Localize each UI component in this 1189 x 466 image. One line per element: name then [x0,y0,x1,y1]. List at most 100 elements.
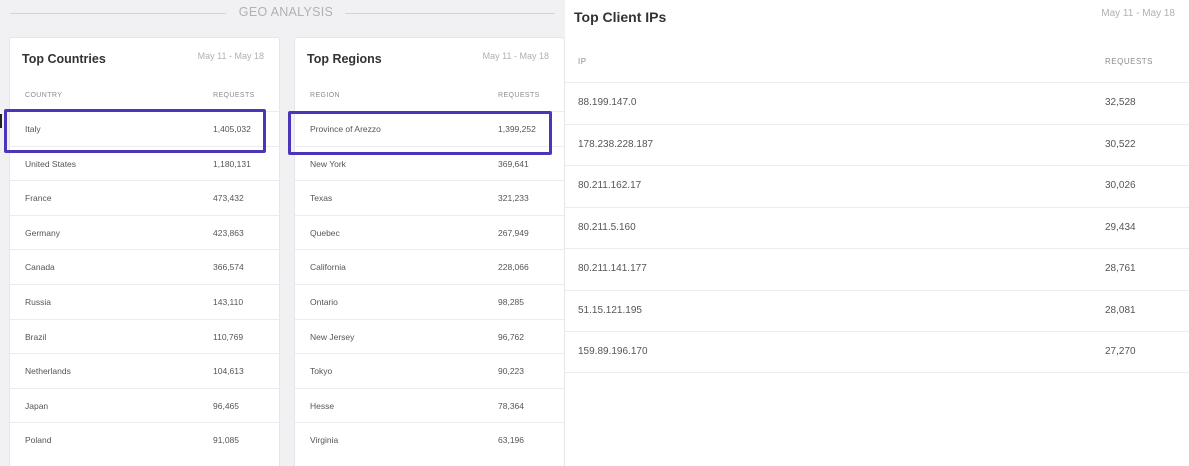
table-row[interactable]: New Jersey 96,762 [295,318,564,354]
column-header-country: COUNTRY [25,92,63,99]
table-row[interactable]: France 473,432 [10,180,279,215]
column-header-requests: REQUESTS [1105,57,1154,66]
highlight-box-top-region [288,111,552,155]
table-row[interactable]: 80.211.141.177 28,761 [565,248,1189,290]
table-row[interactable]: 51.15.121.195 28,081 [565,289,1189,332]
region-name: Tokyo [310,366,333,377]
table-row[interactable]: 88.199.147.0 32,528 [565,82,1189,124]
column-header-requests: REQUESTS [498,92,540,99]
country-name: Russia [25,296,51,307]
request-count: 91,085 [213,435,239,446]
date-range: May 11 - May 18 [1101,8,1175,19]
request-count: 1,180,131 [213,158,251,169]
country-name: Netherlands [25,366,71,377]
table-header: IP REQUESTS [565,41,1189,82]
country-name: Brazil [25,331,47,342]
ip-address: 178.238.228.187 [578,138,654,150]
request-count: 267,949 [498,227,529,238]
country-name: Poland [25,435,52,446]
table-row[interactable]: Japan 96,465 [10,387,279,423]
table-row[interactable]: Canada 366,574 [10,249,279,284]
request-count: 78,364 [498,400,524,411]
table-row[interactable]: Hesse 78,364 [295,387,564,423]
request-count: 423,863 [213,227,244,238]
request-count: 29,434 [1105,221,1136,233]
request-count: 96,762 [498,331,524,342]
regions-table-body: Province of Arezzo 1,399,252 New York 369,… [295,111,564,457]
countries-table-body: Italy 1,405,032 United States 1,180,131 Fr… [10,111,279,457]
ip-address: 80.211.5.160 [578,221,636,233]
ip-address: 159.89.196.170 [578,346,648,357]
top-regions-card: Top Regions May 11 - May 18 REGION REQUE… [295,38,564,466]
request-count: 96,465 [213,400,239,411]
table-row[interactable]: California 228,066 [295,249,564,284]
date-range: May 11 - May 18 [197,51,264,61]
card-header: Top Countries May 11 - May 18 [10,38,279,84]
request-count: 28,761 [1105,263,1136,274]
section-header: GEO ANALYSIS [0,0,563,28]
ip-address: 80.211.162.17 [578,180,642,191]
request-count: 104,613 [213,366,244,377]
request-count: 321,233 [498,193,529,204]
request-count: 90,223 [498,366,524,377]
request-count: 28,081 [1105,304,1136,316]
request-count: 63,196 [498,435,524,446]
request-count: 228,066 [498,262,529,273]
table-row[interactable]: 80.211.5.160 29,434 [565,206,1189,249]
column-header-requests: REQUESTS [213,92,255,99]
client-ips-table: IP REQUESTS 88.199.147.0 32,528 178.238.2… [565,41,1189,373]
request-count: 366,574 [213,262,244,273]
region-name: New Jersey [310,331,355,342]
region-name: Quebec [310,227,340,238]
region-name: New York [310,158,346,169]
table-row[interactable]: Netherlands 104,613 [10,353,279,388]
table-header: REGION REQUESTS [295,84,564,111]
request-count: 98,285 [498,296,524,307]
country-name: Canada [25,262,55,273]
ip-address: 80.211.141.177 [578,263,647,274]
request-count: 110,769 [213,331,244,342]
country-name: Japan [25,400,49,411]
table-row[interactable]: Germany 423,863 [10,214,279,250]
geo-analysis-dashboard: GEO ANALYSIS Top Countries May 11 - May … [0,0,1189,466]
request-count: 32,528 [1105,97,1136,108]
table-row[interactable]: 80.211.162.17 30,026 [565,165,1189,207]
country-name: France [25,193,52,204]
request-count: 30,522 [1105,138,1136,150]
country-name: Germany [25,227,60,238]
date-range: May 11 - May 18 [482,51,549,61]
ip-address: 51.15.121.195 [578,304,642,316]
table-row[interactable]: 178.238.228.187 30,522 [565,123,1189,166]
region-name: California [310,262,346,273]
ip-address: 88.199.147.0 [578,97,637,108]
table-row[interactable]: Poland 91,085 [10,422,279,457]
region-name: Texas [310,193,333,204]
card-header: Top Regions May 11 - May 18 [295,38,564,84]
region-name: Hesse [310,400,335,411]
card-title: Top Countries [22,52,106,66]
table-row[interactable]: Quebec 267,949 [295,214,564,250]
table-row[interactable]: Brazil 110,769 [10,318,279,354]
table-row[interactable]: Tokyo 90,223 [295,353,564,388]
region-name: Virginia [310,435,339,446]
panel-title: Top Client IPs [574,9,667,25]
request-count: 30,026 [1105,180,1136,191]
table-row[interactable]: Texas 321,233 [295,180,564,215]
section-divider-left [10,13,226,14]
table-row[interactable]: Russia 143,110 [10,283,279,319]
table-row[interactable]: Virginia 63,196 [295,422,564,457]
table-header: COUNTRY REQUESTS [10,84,279,111]
country-name: United States [25,158,77,169]
text-cursor-icon [0,114,2,128]
section-title: GEO ANALYSIS [238,5,334,19]
table-row[interactable]: 159.89.196.170 27,270 [565,331,1189,373]
request-count: 143,110 [213,296,244,307]
request-count: 369,641 [498,158,529,169]
table-row[interactable]: Ontario 98,285 [295,283,564,319]
column-header-ip: IP [578,57,587,66]
request-count: 27,270 [1105,346,1136,357]
region-name: Ontario [310,296,338,307]
request-count: 473,432 [213,193,244,204]
top-countries-card: Top Countries May 11 - May 18 COUNTRY RE… [10,38,279,466]
section-divider-right [345,13,555,14]
